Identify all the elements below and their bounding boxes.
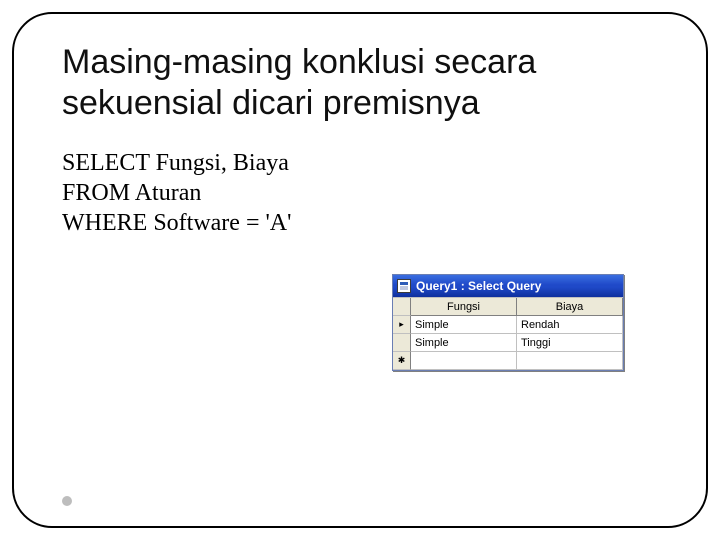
sql-line: SELECT Fungsi, Biaya <box>62 148 658 178</box>
column-header[interactable]: Fungsi <box>411 298 517 316</box>
cell[interactable] <box>411 352 517 370</box>
query-result-window: Query1 : Select Query Fungsi Biaya Simpl… <box>392 274 624 371</box>
cell[interactable] <box>517 352 623 370</box>
row-selector-new[interactable] <box>393 352 411 370</box>
sql-line: WHERE Software = 'A' <box>62 208 658 238</box>
slide-title: Masing-masing konklusi secara sekuensial… <box>62 42 658 124</box>
row-selector[interactable] <box>393 334 411 352</box>
row-selector-header <box>393 298 411 316</box>
result-grid[interactable]: Fungsi Biaya Simple Rendah Simple Tinggi <box>393 297 623 370</box>
sql-block: SELECT Fungsi, Biaya FROM Aturan WHERE S… <box>62 148 658 238</box>
cell[interactable]: Tinggi <box>517 334 623 352</box>
slide-frame: Masing-masing konklusi secara sekuensial… <box>12 12 708 528</box>
table-row[interactable]: Simple Tinggi <box>393 334 623 352</box>
table-row[interactable]: Simple Rendah <box>393 316 623 334</box>
page-indicator-dot <box>62 496 72 506</box>
cell[interactable]: Simple <box>411 334 517 352</box>
window-title: Query1 : Select Query <box>416 279 541 293</box>
sql-line: FROM Aturan <box>62 178 658 208</box>
cell[interactable]: Rendah <box>517 316 623 334</box>
datasheet-icon <box>397 279 411 293</box>
column-header[interactable]: Biaya <box>517 298 623 316</box>
window-titlebar[interactable]: Query1 : Select Query <box>393 275 623 297</box>
new-row[interactable] <box>393 352 623 370</box>
row-selector[interactable] <box>393 316 411 334</box>
header-row: Fungsi Biaya <box>393 298 623 316</box>
cell[interactable]: Simple <box>411 316 517 334</box>
